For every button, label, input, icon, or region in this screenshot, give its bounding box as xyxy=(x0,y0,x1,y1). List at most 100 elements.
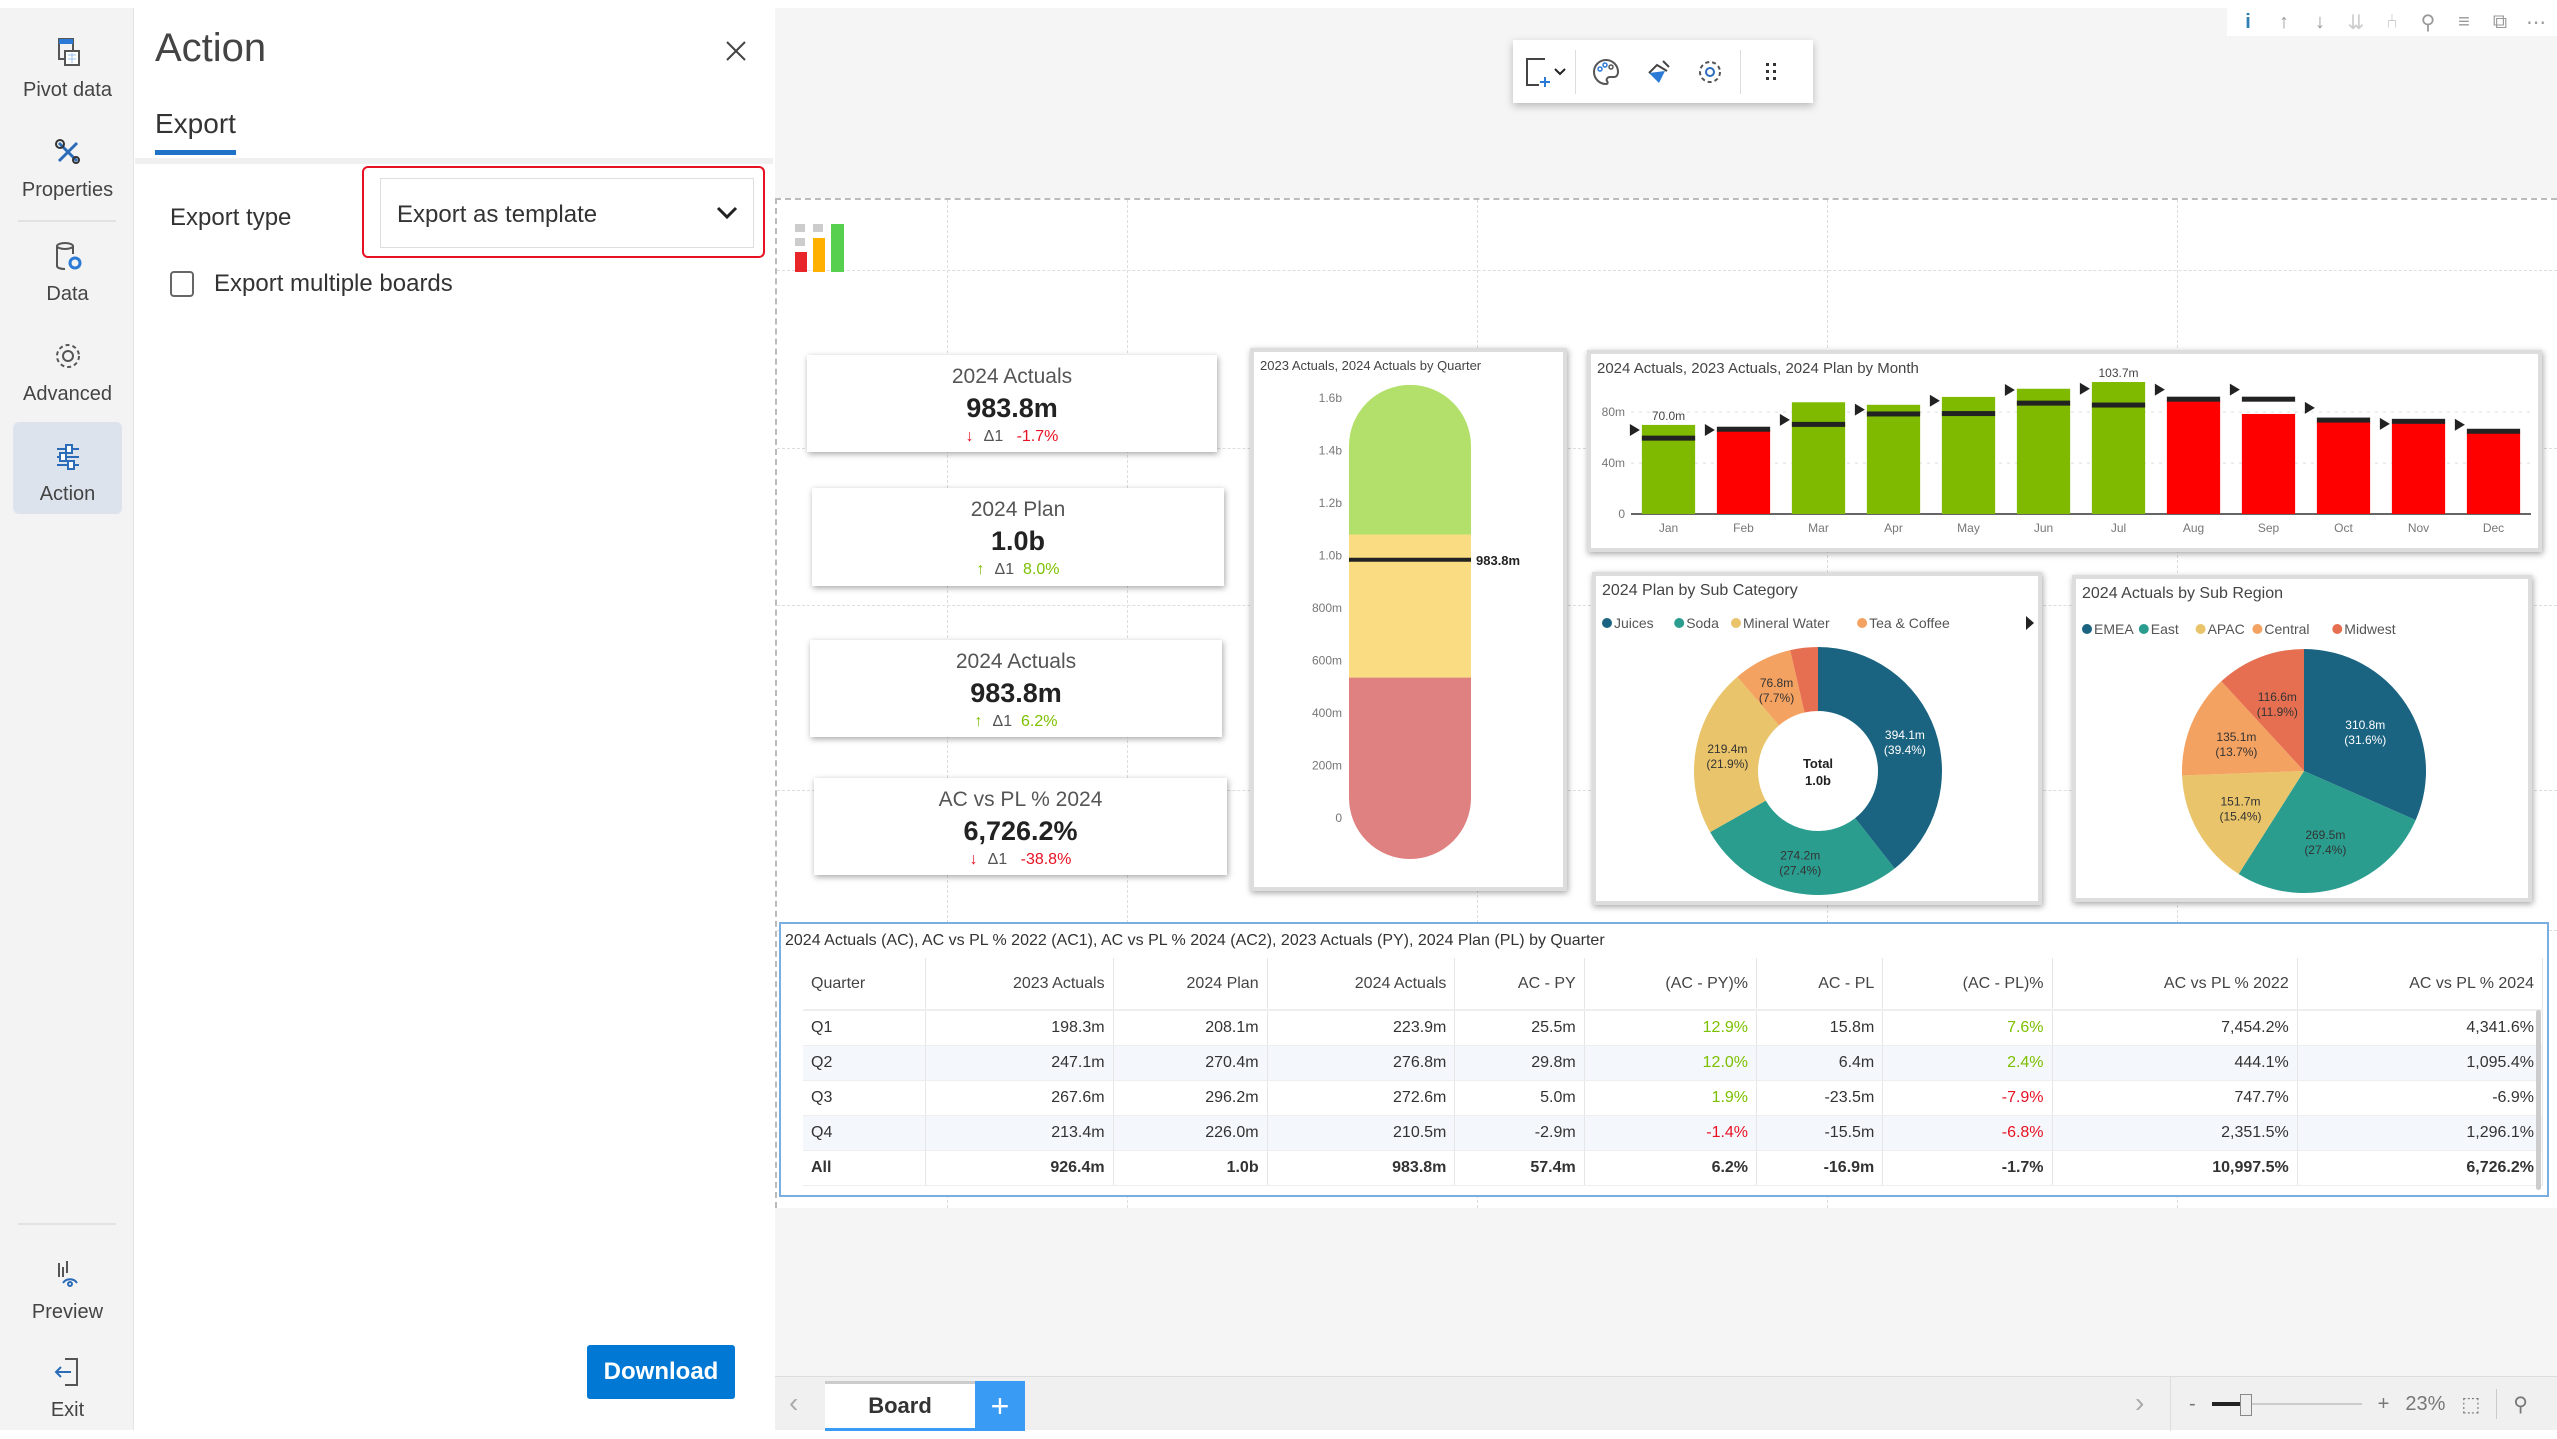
monthly-bar-chart-card[interactable]: 2024 Actuals, 2023 Actuals, 2024 Plan by… xyxy=(1587,350,2542,552)
chart-title: 2024 Plan by Sub Category xyxy=(1602,582,1798,599)
zoom-out-button[interactable]: - xyxy=(2189,1393,2196,1416)
double-arrow-down-icon[interactable]: ⇊ xyxy=(2341,8,2371,36)
slice-value-label: 269.5m xyxy=(2305,828,2345,842)
table-cell: 6.2% xyxy=(1584,1150,1758,1186)
more-icon[interactable]: ⋯ xyxy=(2521,8,2551,36)
slice-value-label: 76.8m xyxy=(1760,676,1793,690)
column-header[interactable]: 2023 Actuals xyxy=(925,958,1114,1011)
format-brush-button[interactable] xyxy=(1632,47,1684,97)
arrow-down-icon[interactable]: ↓ xyxy=(2305,8,2335,36)
bar-2024-actuals xyxy=(1791,402,1846,514)
export-type-highlight: Export as template xyxy=(362,166,765,258)
legend-label: APAC xyxy=(2208,621,2245,637)
y-tick-label: 200m xyxy=(1312,759,1342,773)
fit-to-screen-icon[interactable]: ⬚ xyxy=(2461,1392,2480,1417)
column-header[interactable]: AC vs PL % 2022 xyxy=(2052,958,2298,1011)
table-cell: 12.0% xyxy=(1584,1045,1758,1081)
pie-chart-card[interactable]: 2024 Actuals by Sub Region EMEA East APAC C… xyxy=(2072,575,2532,902)
chart-title: 2024 Actuals, 2023 Actuals, 2024 Plan by… xyxy=(1597,360,1919,377)
gear-icon xyxy=(1699,60,1721,83)
table-cell: -15.5m xyxy=(1756,1115,1884,1151)
table-cell: -16.9m xyxy=(1756,1150,1884,1186)
column-header[interactable]: Quarter xyxy=(803,958,926,1011)
rail-item-advanced[interactable]: Advanced xyxy=(13,322,122,414)
quarter-table-card[interactable]: 2024 Actuals (AC), AC vs PL % 2022 (AC1)… xyxy=(779,922,2549,1197)
rail-label: Advanced xyxy=(23,383,112,405)
grid-line xyxy=(777,270,2557,271)
kpi-card[interactable]: AC vs PL % 2024 6,726.2% ↓ Δ1 -38.8% xyxy=(814,778,1227,875)
rail-item-action[interactable]: Action xyxy=(13,422,122,514)
chart-title: 2023 Actuals, 2024 Actuals by Quarter xyxy=(1260,358,1482,373)
x-tick-label: Jun xyxy=(2034,521,2053,535)
zoom-in-button[interactable]: + xyxy=(2378,1393,2390,1416)
palette-button[interactable] xyxy=(1580,47,1632,97)
donut-chart-card[interactable]: 2024 Plan by Sub Category Juices Soda Mine… xyxy=(1592,572,2042,905)
table-row: Q3 267.6m 296.2m 272.6m 5.0m 1.9% -23.5m -7.9% 7… xyxy=(803,1080,2544,1116)
column-header[interactable]: AC vs PL % 2024 xyxy=(2297,958,2544,1011)
kpi-card[interactable]: 2024 Actuals 983.8m ↓ Δ1 -1.7% xyxy=(807,355,1217,452)
gear-icon xyxy=(55,344,80,368)
add-visual-button[interactable] xyxy=(1519,47,1571,97)
plan-marker xyxy=(1716,426,1771,432)
rail-item-pivot-data[interactable]: Pivot data xyxy=(13,18,122,110)
rail-item-preview[interactable]: Preview xyxy=(13,1240,122,1332)
download-button[interactable]: Download xyxy=(587,1345,735,1399)
table-cell: 1,095.4% xyxy=(2297,1045,2544,1081)
kpi-title: 2024 Actuals xyxy=(951,365,1073,388)
column-header[interactable]: AC - PY xyxy=(1454,958,1585,1011)
info-icon[interactable]: i xyxy=(2233,8,2263,36)
action-panel: Action Export Export type Export as temp… xyxy=(135,8,773,1430)
rail-item-exit[interactable]: Exit xyxy=(13,1338,122,1430)
chevron-right-icon[interactable]: › xyxy=(2135,1387,2144,1419)
legend-marker xyxy=(2138,624,2149,634)
board-tabs-bar: ‹ Board + › - + 23% ⬚ ⚲ xyxy=(775,1376,2557,1431)
settings-button[interactable] xyxy=(1684,47,1736,97)
column-header[interactable]: 2024 Actuals xyxy=(1267,958,1456,1011)
y-tick-label: 0 xyxy=(1618,507,1625,521)
rail-item-data[interactable]: Data xyxy=(13,222,122,314)
export-type-value: Export as template xyxy=(397,201,598,228)
donut-chart: Juices Soda Mineral Water Tea & Coffee 394.1… xyxy=(1602,615,2034,895)
chevron-left-icon[interactable]: ‹ xyxy=(789,1387,798,1419)
gauge-chart-card[interactable]: 2023 Actuals, 2024 Actuals by Quarter 0 2… xyxy=(1250,348,1567,891)
kpi-card[interactable]: 2024 Plan 1.0b ↑ Δ1 8.0% xyxy=(812,488,1224,586)
zoom-slider[interactable] xyxy=(2211,1394,2362,1416)
chart-title: 2024 Actuals by Sub Region xyxy=(2082,585,2284,602)
add-board-button[interactable]: + xyxy=(975,1381,1025,1431)
kpi-value: 983.8m xyxy=(970,678,1062,708)
export-multiple-boards-option[interactable]: Export multiple boards xyxy=(170,270,453,298)
column-header[interactable]: (AC - PY)% xyxy=(1584,958,1758,1011)
drill-icon[interactable]: ⑃ xyxy=(2377,8,2407,36)
tab-board[interactable]: Board xyxy=(825,1381,975,1431)
column-header[interactable]: (AC - PL)% xyxy=(1882,958,2053,1011)
rail-item-properties[interactable]: Properties xyxy=(13,118,122,210)
column-header[interactable]: AC - PL xyxy=(1756,958,1884,1011)
arrow-up-icon[interactable]: ↑ xyxy=(2269,8,2299,36)
close-icon[interactable] xyxy=(721,36,751,66)
slider-thumb[interactable] xyxy=(2240,1394,2253,1416)
table-cell: 4,341.6% xyxy=(2297,1010,2544,1046)
y-tick-label: 80m xyxy=(1602,405,1625,419)
slice-pct-label: (27.4%) xyxy=(2304,843,2346,857)
prior-year-triangle xyxy=(2079,382,2090,395)
export-type-dropdown[interactable]: Export as template xyxy=(380,178,754,248)
rail-label: Preview xyxy=(31,1301,104,1323)
slice-pct-label: (39.4%) xyxy=(1884,743,1926,757)
export-multiple-boards-checkbox[interactable] xyxy=(170,271,194,297)
column-header[interactable]: 2024 Plan xyxy=(1113,958,1268,1011)
filter-icon[interactable]: ≡ xyxy=(2449,8,2479,36)
unpin-icon[interactable]: ⚲ xyxy=(2513,1392,2528,1417)
tab-export[interactable]: Export xyxy=(155,108,236,155)
rail-label: Properties xyxy=(21,179,114,201)
kpi-value: 1.0b xyxy=(990,526,1046,556)
sliders-icon xyxy=(56,444,79,470)
drag-handle[interactable] xyxy=(1745,47,1797,97)
table-scrollbar[interactable] xyxy=(2536,1010,2541,1190)
toolbar-divider xyxy=(1575,49,1576,94)
table-cell: Q4 xyxy=(803,1115,926,1151)
paint-brush-icon xyxy=(1648,59,1670,83)
bar-2024-actuals xyxy=(1716,430,1771,514)
expand-icon[interactable]: ⧉ xyxy=(2485,8,2515,36)
kpi-card[interactable]: 2024 Actuals 983.8m ↑ Δ1 6.2% xyxy=(810,640,1222,737)
pin-icon[interactable]: ⚲ xyxy=(2413,8,2443,36)
